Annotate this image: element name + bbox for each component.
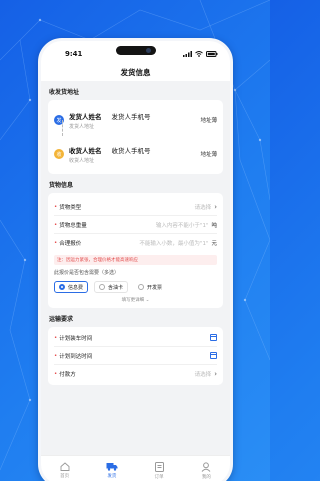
price-label: 合理报价	[59, 241, 82, 247]
tab-orders[interactable]: 订单	[136, 456, 183, 481]
receiver-address: 收货人地址	[69, 157, 95, 164]
option-info-fee[interactable]: 信息费	[54, 281, 89, 293]
user-icon	[202, 461, 211, 472]
tab-label: 我的	[201, 474, 211, 480]
goods-type-row[interactable]: • 货物类型 请选择 ›	[54, 198, 217, 216]
tab-home[interactable]: 首页	[41, 456, 88, 481]
camera-notch	[116, 46, 156, 55]
address-section-title: 收发货地址	[49, 89, 80, 96]
goods-section-title: 货物信息	[49, 182, 74, 189]
radio-unchecked-icon	[99, 284, 106, 290]
price-row[interactable]: • 合理报价 不能输入小数，最小值为"1" 元	[54, 234, 217, 252]
price-unit: 元	[211, 241, 217, 247]
goods-weight-row[interactable]: • 货物总重量 输入内容不能小于"1" 吨	[54, 216, 217, 234]
phone-frame: 9:41 发货信息 收发货地址 发 发货人姓名 发货人手机号 发货人地址 地址薄	[38, 38, 233, 481]
transport-section-title: 运输要求	[49, 316, 74, 323]
option-label: 开发票	[147, 284, 163, 291]
required-mark: •	[54, 334, 58, 341]
radio-unchecked-icon	[138, 284, 145, 290]
status-time: 9:41	[65, 50, 83, 58]
required-mark: •	[54, 240, 58, 246]
receiver-row[interactable]: 收 收货人姓名 收货人手机号 收货人地址 地址薄	[54, 139, 217, 169]
receiver-address-book-link[interactable]: 地址薄	[200, 150, 217, 158]
tab-mine[interactable]: 我的	[183, 456, 230, 481]
tab-label: 发货	[107, 474, 117, 479]
option-invoice[interactable]: 开发票	[134, 281, 166, 293]
chevron-right-icon: ›	[214, 370, 217, 378]
order-list-icon	[154, 461, 164, 472]
receiver-name: 收货人姓名	[69, 146, 102, 155]
sender-phone: 发货人手机号	[111, 112, 151, 121]
page-title: 发货信息	[41, 63, 230, 81]
transport-card: • 计划装车时间 • 计划到达时间 • 付款方 请选择 ›	[48, 327, 223, 385]
required-mark: •	[54, 221, 58, 228]
price-note: 注：因运力紧张，合理价格才能高速响应	[54, 255, 217, 265]
radio-checked-icon	[59, 284, 65, 290]
option-fuel-card[interactable]: 含油卡	[94, 281, 129, 293]
chevron-right-icon: ›	[214, 202, 217, 211]
sender-address: 发货人地址	[69, 123, 95, 130]
payer-placeholder: 请选择	[194, 372, 212, 378]
goods-weight-input[interactable]: 输入内容不能小于"1"	[156, 221, 209, 229]
calendar-icon[interactable]	[210, 352, 217, 359]
payer-row[interactable]: • 付款方 请选择 ›	[54, 365, 217, 383]
truck-icon	[106, 463, 118, 471]
receiver-badge: 收	[54, 149, 64, 159]
calendar-icon[interactable]	[210, 334, 217, 341]
app-screen: 9:41 发货信息 收发货地址 发 发货人姓名 发货人手机号 发货人地址 地址薄	[41, 41, 230, 481]
goods-type-placeholder: 请选择	[194, 204, 212, 211]
tab-label: 首页	[60, 474, 70, 479]
expand-details-link[interactable]: 填写更详细 ⌄	[54, 297, 217, 303]
price-includes-question: 此报价是否包含需要（多选）	[54, 270, 120, 276]
arrive-time-label: 计划到达时间	[59, 353, 93, 360]
weight-unit: 吨	[211, 222, 217, 229]
goods-card: • 货物类型 请选择 › • 货物总重量 输入内容不能小于"1" 吨 • 合理报价 不能输…	[48, 193, 223, 308]
expand-details-label: 填写更详细	[121, 298, 145, 303]
option-label: 含油卡	[108, 284, 124, 291]
sender-address-book-link[interactable]: 地址薄	[200, 116, 217, 124]
price-input[interactable]: 不能输入小数，最小值为"1"	[139, 239, 208, 247]
chevron-down-icon: ⌄	[145, 298, 150, 303]
receiver-phone: 收货人手机号	[111, 146, 151, 155]
sender-row[interactable]: 发 发货人姓名 发货人手机号 发货人地址 地址薄	[54, 105, 217, 135]
home-icon	[60, 462, 70, 471]
required-mark: •	[54, 371, 58, 377]
route-divider	[62, 120, 63, 136]
goods-weight-label: 货物总重量	[59, 222, 87, 229]
load-time-row[interactable]: • 计划装车时间	[54, 329, 217, 347]
bottom-tab-bar: 首页 发货 订单 我的	[41, 455, 230, 481]
sender-name: 发货人姓名	[69, 112, 102, 121]
signal-icon	[183, 51, 192, 57]
load-time-label: 计划装车时间	[59, 335, 93, 342]
battery-icon	[206, 51, 218, 57]
option-label: 信息费	[68, 284, 84, 291]
required-mark: •	[54, 203, 58, 210]
tab-ship[interactable]: 发货	[88, 456, 135, 481]
payer-label: 付款方	[59, 372, 76, 378]
arrive-time-row[interactable]: • 计划到达时间	[54, 347, 217, 365]
wifi-icon	[195, 51, 203, 57]
tab-label: 订单	[154, 474, 164, 480]
address-card: 发 发货人姓名 发货人手机号 发货人地址 地址薄 收 收货人姓名 收货人手机号	[48, 100, 223, 174]
required-mark: •	[54, 352, 58, 359]
goods-type-label: 货物类型	[59, 204, 82, 211]
price-options: 信息费 含油卡 开发票	[54, 281, 217, 293]
